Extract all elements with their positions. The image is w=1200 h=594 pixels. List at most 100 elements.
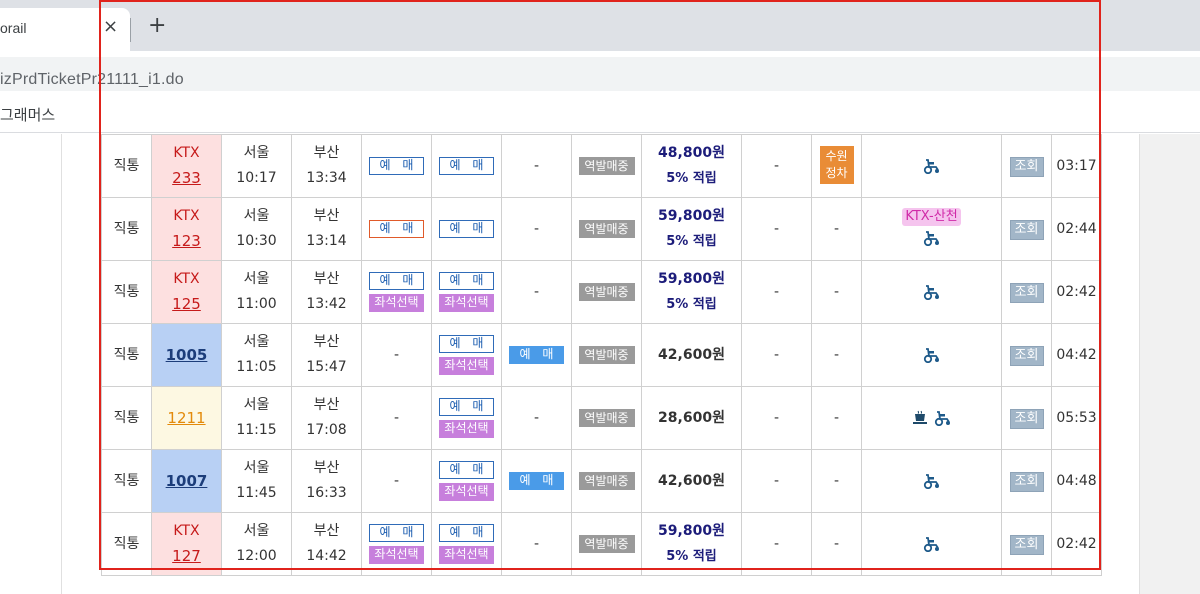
schedule-body: 직통 KTX 233 서울 10:17 부산 13:34 예 매예 매 - 역발매중 48,800원… <box>101 134 1102 576</box>
special-book-button[interactable]: 예 매 <box>369 524 424 542</box>
mileage-point: 5% 적립 <box>666 171 717 186</box>
query-button[interactable]: 조회 <box>1009 408 1044 429</box>
browser-tab[interactable]: orail × <box>0 8 130 51</box>
url-text[interactable]: izPrdTicketPr21111_i1.do <box>0 71 184 89</box>
general-cell: 예 매좌석선택 <box>432 335 501 375</box>
reservation-status-cell: 역발매중 <box>571 512 642 576</box>
train-info-stack <box>862 343 1001 368</box>
special-book-button[interactable]: 예 매 <box>369 157 424 175</box>
departure-cell: 서울 10:17 <box>221 134 292 198</box>
standing-empty: - <box>533 535 540 552</box>
arrival-station: 부산 <box>313 523 340 539</box>
standing-empty: - <box>533 283 540 300</box>
mileage-cell: - <box>741 260 812 324</box>
general-seat-select-button[interactable]: 좌석선택 <box>439 546 494 564</box>
event-value: - <box>833 283 840 300</box>
suwon-stop-text-line: 수원 <box>825 149 848 163</box>
reservation-status-cell: 역발매중 <box>571 449 642 513</box>
general-seat-select-button[interactable]: 좌석선택 <box>439 357 494 375</box>
event-cell: - <box>811 449 862 513</box>
travel-duration: 03:17 <box>1056 157 1097 174</box>
query-button[interactable]: 조회 <box>1009 345 1044 366</box>
info-icons-row <box>923 226 941 251</box>
table-row: 직통 1005 서울 11:05 부산 15:47- 예 매 좌석선택 예 매 역발매중 42,60… <box>101 323 1102 387</box>
new-tab-icon[interactable]: + <box>148 15 166 37</box>
train-number-link[interactable]: 1007 <box>152 469 221 494</box>
train-number-link[interactable]: 123 <box>152 229 221 254</box>
arrival-time: 15:47 <box>306 359 347 375</box>
departure-time: 10:30 <box>236 233 277 249</box>
query-button[interactable]: 조회 <box>1009 534 1044 555</box>
query-button[interactable]: 조회 <box>1009 219 1044 240</box>
train-kind: KTX <box>173 271 200 287</box>
special-seat-cell: - <box>361 386 432 450</box>
train-number-cell: 1005 <box>151 323 222 387</box>
special-seat-cell: 예 매 <box>361 197 432 261</box>
general-seat-select-button[interactable]: 좌석선택 <box>439 420 494 438</box>
train-number-link[interactable]: 127 <box>152 544 221 569</box>
bookmark-item[interactable]: 그래머스 <box>0 104 55 125</box>
event-cell: - <box>811 260 862 324</box>
station-sale-badge: 역발매중 <box>578 408 635 427</box>
general-book-button[interactable]: 예 매 <box>439 398 494 416</box>
special-book-button[interactable]: 예 매 <box>369 220 424 238</box>
travel-duration: 04:42 <box>1056 346 1097 363</box>
standing-seat-cell: - <box>501 197 572 261</box>
fare-price: 28,600원 <box>658 409 725 426</box>
train-number-cell: KTX 125 <box>151 260 222 324</box>
train-number-link[interactable]: 233 <box>152 166 221 191</box>
departure-time: 11:00 <box>236 296 277 312</box>
train-type-cell: 직통 <box>101 197 152 261</box>
query-button[interactable]: 조회 <box>1009 471 1044 492</box>
close-icon[interactable]: × <box>103 16 118 37</box>
train-number-link[interactable]: 1211 <box>152 406 221 431</box>
train-info-stack <box>862 280 1001 305</box>
special-seat-cell: - <box>361 449 432 513</box>
mileage-value: - <box>773 409 780 426</box>
train-info-cell <box>861 323 1002 387</box>
general-seat-select-button[interactable]: 좌석선택 <box>439 294 494 312</box>
event-value: - <box>833 409 840 426</box>
arrival-time: 16:33 <box>306 485 347 501</box>
train-type-cell: 직통 <box>101 134 152 198</box>
address-bar-area: izPrdTicketPr21111_i1.do <box>0 51 1200 96</box>
train-number-link[interactable]: 1005 <box>152 343 221 368</box>
general-book-button[interactable]: 예 매 <box>439 335 494 353</box>
travel-duration: 04:48 <box>1056 472 1097 489</box>
mileage-cell: - <box>741 134 812 198</box>
info-icons-row <box>923 532 941 557</box>
general-seat-cell: 예 매좌석선택 <box>431 449 502 513</box>
wheelchair-icon <box>923 284 941 300</box>
general-book-button[interactable]: 예 매 <box>439 461 494 479</box>
travel-duration: 02:42 <box>1056 535 1097 552</box>
train-number-link[interactable]: 125 <box>152 292 221 317</box>
departure-time: 11:15 <box>236 422 277 438</box>
special-seat-select-button[interactable]: 좌석선택 <box>369 294 424 312</box>
train-info-cell: KTX-산천 <box>861 197 1002 261</box>
train-info-stack <box>862 469 1001 494</box>
general-seat-select-button[interactable]: 좌석선택 <box>439 483 494 501</box>
arrival-station: 부산 <box>313 208 340 224</box>
special-seat-select-button[interactable]: 좌석선택 <box>369 546 424 564</box>
special-cell: 예 매 <box>362 220 431 238</box>
standing-book-button[interactable]: 예 매 <box>509 346 564 364</box>
general-book-button[interactable]: 예 매 <box>439 272 494 290</box>
general-cell: 예 매좌석선택 <box>432 524 501 564</box>
special-book-button[interactable]: 예 매 <box>369 272 424 290</box>
query-button[interactable]: 조회 <box>1009 282 1044 303</box>
standing-seat-cell: 예 매 <box>501 449 572 513</box>
address-bar[interactable]: izPrdTicketPr21111_i1.do <box>0 57 1200 91</box>
arrival-cell: 부산 17:08 <box>291 386 362 450</box>
train-number-cell: KTX 233 <box>151 134 222 198</box>
general-book-button[interactable]: 예 매 <box>439 524 494 542</box>
departure-station: 서울 <box>243 397 270 413</box>
mileage-point: 5% 적립 <box>666 549 717 564</box>
query-cell: 조회 <box>1001 323 1052 387</box>
special-empty: - <box>393 472 400 489</box>
standing-book-button[interactable]: 예 매 <box>509 472 564 490</box>
general-book-button[interactable]: 예 매 <box>439 157 494 175</box>
train-type: 직통 <box>113 157 140 174</box>
query-button[interactable]: 조회 <box>1009 156 1044 177</box>
event-cell: - <box>811 386 862 450</box>
general-book-button[interactable]: 예 매 <box>439 220 494 238</box>
